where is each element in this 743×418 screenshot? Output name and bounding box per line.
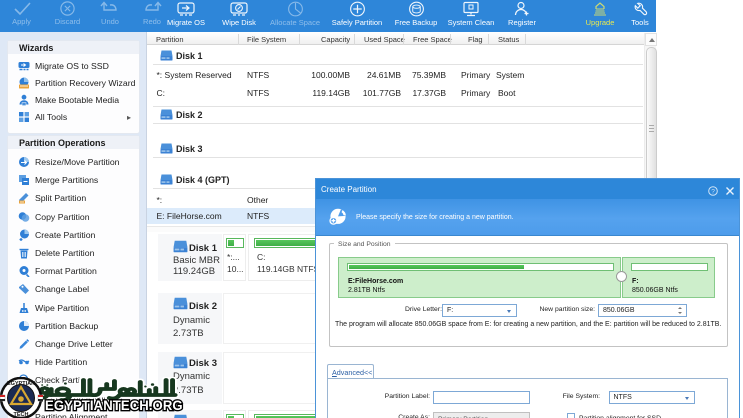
svg-text:EGYPTIAN: EGYPTIAN bbox=[7, 381, 35, 387]
svg-text:?: ? bbox=[711, 188, 715, 195]
svg-text:TECH: TECH bbox=[14, 412, 29, 418]
